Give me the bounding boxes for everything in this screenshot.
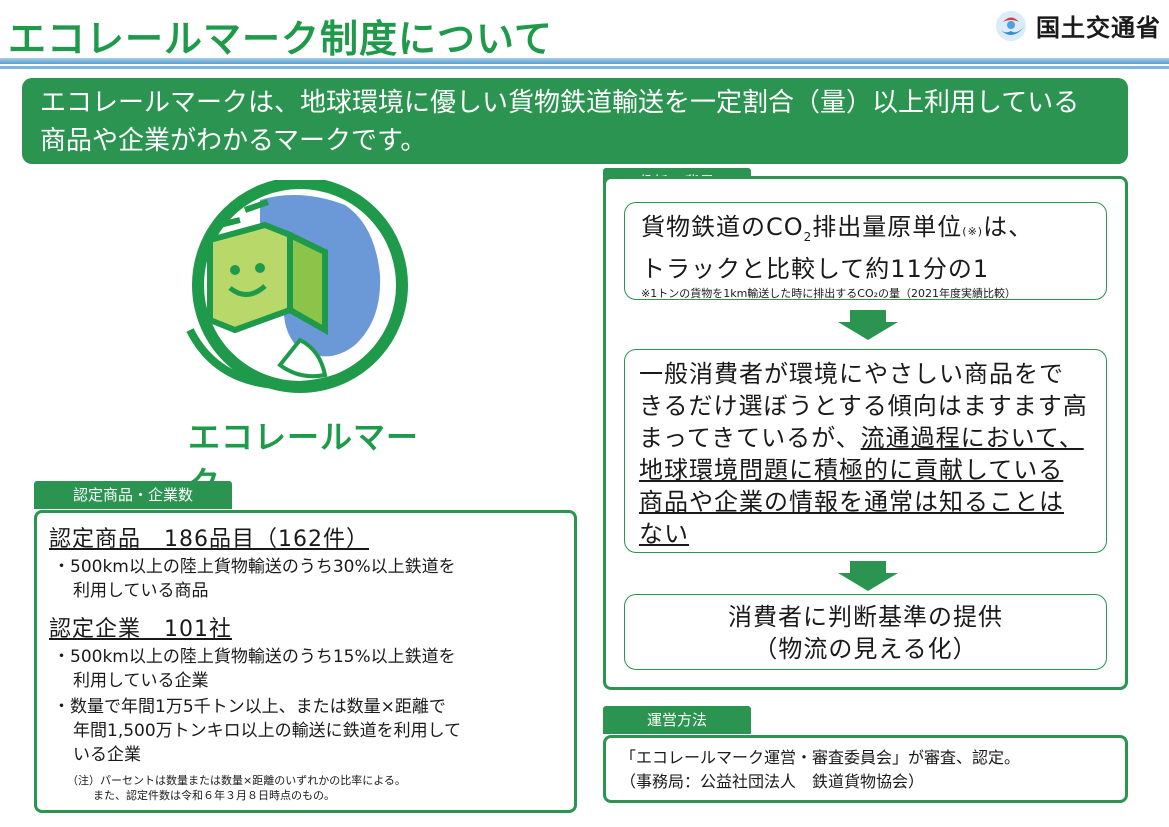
mlit-logo-icon: [996, 10, 1026, 41]
products-bullet-1: ・500km以上の陸上貨物輸送のうち30%以上鉄道を 利用している商品: [49, 555, 562, 603]
note-line-2: また、認定件数は令和６年３月８日時点のもの。: [93, 789, 335, 802]
companies-heading: 認定企業 101社: [49, 617, 232, 642]
companies-bullet-2-line-2: 年間1,500万トンキロ以上の輸送に鉄道を利用して: [73, 721, 462, 741]
co2-note-mark: (※): [962, 225, 984, 238]
down-arrow-icon: [838, 310, 898, 340]
trend-line-6: ない: [639, 520, 689, 548]
title-rule: [0, 58, 1169, 64]
companies-bullet-1-line-2: 利用している企業: [73, 671, 209, 691]
products-bullet-1-line-1: ・500km以上の陸上貨物輸送のうち30%以上鉄道を: [53, 557, 456, 577]
co2-subscript: 2: [803, 229, 813, 244]
ecorail-mark: エコレールマーク: [150, 177, 440, 502]
companies-bullet-2-line-1: ・数量で年間1万5千トン以上、または数量×距離で: [53, 697, 446, 717]
co2-line-1-c: は、: [983, 213, 1034, 241]
trend-line-3-b: 流通過程において、: [860, 424, 1084, 452]
trend-line-2: きるだけ選ぼうとする傾向はますます高: [639, 392, 1088, 420]
companies-bullet-1: ・500km以上の陸上貨物輸送のうち15%以上鉄道を 利用している企業: [49, 645, 562, 693]
criteria-line-2: （物流の見える化）: [753, 635, 978, 663]
co2-box: 貨物鉄道のCO2排出量原単位(※)は、 トラックと比較して約11分の1 ※1トン…: [624, 202, 1107, 300]
trend-line-3-a: まってきているが、: [639, 424, 861, 452]
products-bullet-1-line-2: 利用している商品: [73, 581, 209, 601]
tab-operation: 運営方法: [603, 706, 751, 734]
trend-line-3: まってきているが、流通過程において、: [639, 422, 1092, 454]
co2-line-2: トラックと比較して約11分の1: [641, 254, 990, 283]
down-arrow-icon: [838, 561, 898, 591]
intro-banner: エコレールマークは、地球環境に優しい貨物鉄道輸送を一定割合（量）以上利用している…: [22, 78, 1128, 164]
criteria-line-1: 消費者に判断基準の提供: [728, 603, 1003, 631]
companies-bullet-2-line-3: いる企業: [73, 745, 141, 765]
co2-line-1-b: 排出量原単位: [812, 213, 963, 241]
ecorail-mark-icon: [186, 177, 408, 393]
companies-bullet-2: ・数量で年間1万5千トン以上、または数量×距離で 年間1,500万トンキロ以上の…: [49, 695, 562, 767]
trend-line-1: 一般消費者が環境にやさしい商品をで: [639, 360, 1064, 388]
co2-line-1: 貨物鉄道のCO2排出量原単位(※)は、: [641, 211, 1090, 253]
banner-line-2: 商品や企業がわかるマークです。: [40, 126, 427, 156]
companies-bullet-1-line-1: ・500km以上の陸上貨物輸送のうち15%以上鉄道を: [53, 647, 456, 667]
co2-line-1-a: 貨物鉄道のCO: [641, 213, 804, 241]
operation-panel: 「エコレールマーク運営・審査委員会」が審査、認定。 （事務局：公益社団法人 鉄道…: [603, 735, 1128, 803]
criteria-box: 消費者に判断基準の提供 （物流の見える化）: [624, 594, 1107, 670]
certified-panel: 認定商品 186品目（162件） ・500km以上の陸上貨物輸送のうち30%以上…: [34, 510, 577, 813]
trend-line-5: 商品や企業の情報を通常は知ることは: [639, 488, 1064, 516]
products-heading: 認定商品 186品目（162件）: [49, 527, 369, 552]
consumer-trend-box: 一般消費者が環境にやさしい商品をで きるだけ選ぼうとする傾向はますます高 まって…: [624, 349, 1107, 553]
banner-line-1: エコレールマークは、地球環境に優しい貨物鉄道輸送を一定割合（量）以上利用している: [40, 88, 1080, 118]
trend-line-4: 地球環境問題に積極的に貢献している: [639, 456, 1064, 484]
ministry-name: 国土交通省: [1036, 14, 1161, 42]
operation-line-2: （事務局：公益社団法人 鉄道貨物協会）: [620, 772, 925, 791]
ministry-branding: 国土交通省: [994, 8, 1161, 43]
co2-footnote: ※1トンの貨物を1km輸送した時に排出するCO₂の量（2021年度実績比較）: [641, 286, 1017, 300]
tab-certified: 認定商品・企業数: [34, 481, 232, 509]
page-title: エコレールマーク制度について: [8, 17, 553, 61]
title-rule-thin: [0, 66, 1169, 69]
operation-line-1: 「エコレールマーク運営・審査委員会」が審査、認定。: [620, 748, 1021, 767]
note-line-1: （注）パーセントは数量または数量×距離のいずれかの比率による。: [67, 774, 406, 787]
